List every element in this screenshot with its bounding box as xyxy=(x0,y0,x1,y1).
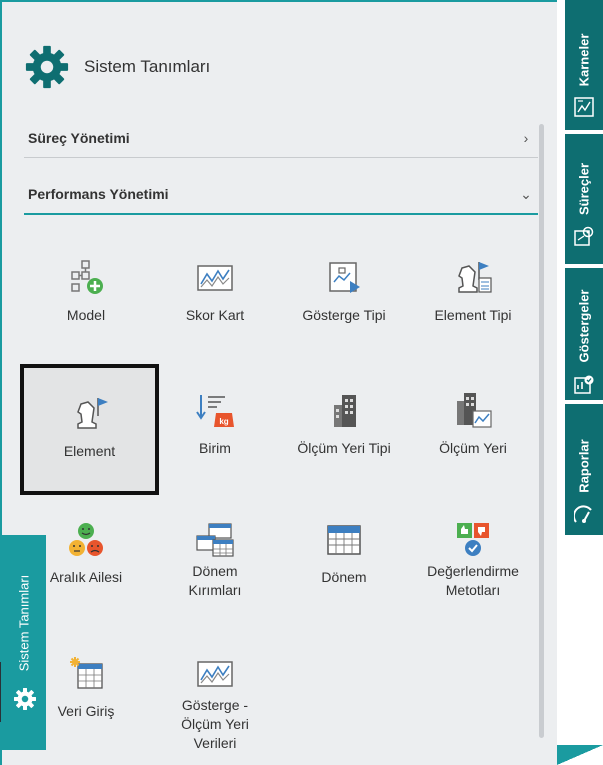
tile-label: Dönem xyxy=(321,569,367,585)
tile-label: Ölçüm Yeri Tipi xyxy=(297,440,391,456)
page-title: Sistem Tanımları xyxy=(84,57,211,76)
sidebar-tab-label: Raporlar xyxy=(576,439,592,493)
panel-header: Sistem Tanımları xyxy=(24,44,210,90)
tile-indicator-measurement-data[interactable]: Gösterge - Ölçüm Yeri Verileri xyxy=(149,656,281,753)
tile-unit[interactable]: kg Birim xyxy=(149,393,281,458)
report-card-icon xyxy=(574,97,594,117)
active-tab-tail xyxy=(557,745,603,765)
tile-measurement-place[interactable]: Ölçüm Yeri xyxy=(407,393,539,458)
tile-element-type[interactable]: Element Tipi xyxy=(407,260,539,325)
gear-icon xyxy=(14,688,36,710)
data-entry-icon xyxy=(70,657,103,689)
process-icon xyxy=(574,226,594,246)
tile-label: Dönem Kırımları xyxy=(188,563,242,598)
sidebar-tab-label: Karneler xyxy=(576,33,592,87)
tile-label: Birim xyxy=(199,440,231,456)
svg-text:kg: kg xyxy=(219,417,228,426)
right-sidebar: Karneler Süreçler Göstergeler Raporlar xyxy=(557,0,603,765)
measurement-place-icon xyxy=(457,393,492,428)
range-family-icon xyxy=(69,523,103,556)
sidebar-tab-label: Sistem Tanımları xyxy=(16,574,31,672)
chevron-down-icon: ⌄ xyxy=(520,185,532,202)
tile-label: Model xyxy=(66,307,106,323)
tile-scorecard[interactable]: Skor Kart xyxy=(149,260,281,325)
unit-icon: kg xyxy=(196,395,234,427)
system-definitions-panel: Sistem Tanımları Süreç Yönetimi › Perfor… xyxy=(0,0,557,765)
chevron-right-icon: › xyxy=(523,129,529,146)
sidebar-tab-label: Süreçler xyxy=(576,162,592,216)
sidebar-tab-processes[interactable]: Süreçler xyxy=(565,134,603,264)
sidebar-tab-indicators[interactable]: Göstergeler xyxy=(565,268,603,400)
tile-label: Element xyxy=(63,443,116,459)
tile-label: Skor Kart xyxy=(185,307,245,323)
element-icon xyxy=(76,398,108,429)
tile-period[interactable]: Dönem xyxy=(278,522,410,587)
tile-label: Element Tipi xyxy=(434,307,512,323)
tile-model[interactable]: Model xyxy=(20,260,152,325)
element-type-icon xyxy=(458,262,492,293)
indicator-type-icon xyxy=(329,262,360,293)
sidebar-tab-label: Göstergeler xyxy=(576,289,592,363)
section-process-management[interactable]: Süreç Yönetimi › xyxy=(24,118,538,158)
sidebar-tab-reports[interactable]: Raporlar xyxy=(565,404,603,535)
evaluation-methods-icon xyxy=(457,523,489,556)
period-icon xyxy=(327,525,361,555)
reports-icon xyxy=(574,505,592,523)
tile-label: Gösterge - Ölçüm Yeri Verileri xyxy=(181,697,249,751)
indicator-measurement-data-icon xyxy=(197,661,233,687)
tile-indicator-type[interactable]: Gösterge Tipi xyxy=(278,260,410,325)
scorecard-icon xyxy=(197,265,233,291)
measurement-place-type-icon xyxy=(334,395,356,427)
section-performance-management[interactable]: Performans Yönetimi ⌄ xyxy=(24,175,538,215)
model-icon xyxy=(71,260,103,294)
tile-label: Değerlendirme Metotları xyxy=(427,563,519,598)
gear-icon xyxy=(25,45,69,89)
tile-evaluation-methods[interactable]: Değerlendirme Metotları xyxy=(407,522,539,600)
sidebar-tab-report-cards[interactable]: Karneler xyxy=(565,0,603,130)
tile-measurement-place-type[interactable]: Ölçüm Yeri Tipi xyxy=(278,393,410,458)
tile-label: Gösterge Tipi xyxy=(302,307,386,323)
sidebar-tab-system-definitions[interactable]: Sistem Tanımları xyxy=(1,535,46,750)
section-label: Performans Yönetimi xyxy=(28,186,169,202)
tile-period-breakdown[interactable]: Dönem Kırımları xyxy=(149,522,281,600)
tile-label: Ölçüm Yeri xyxy=(439,440,507,456)
period-breakdown-icon xyxy=(196,523,234,557)
tile-element[interactable]: Element xyxy=(20,364,159,495)
section-label: Süreç Yönetimi xyxy=(28,129,130,146)
panel-scrollbar[interactable] xyxy=(539,124,544,738)
indicators-icon xyxy=(574,375,594,394)
